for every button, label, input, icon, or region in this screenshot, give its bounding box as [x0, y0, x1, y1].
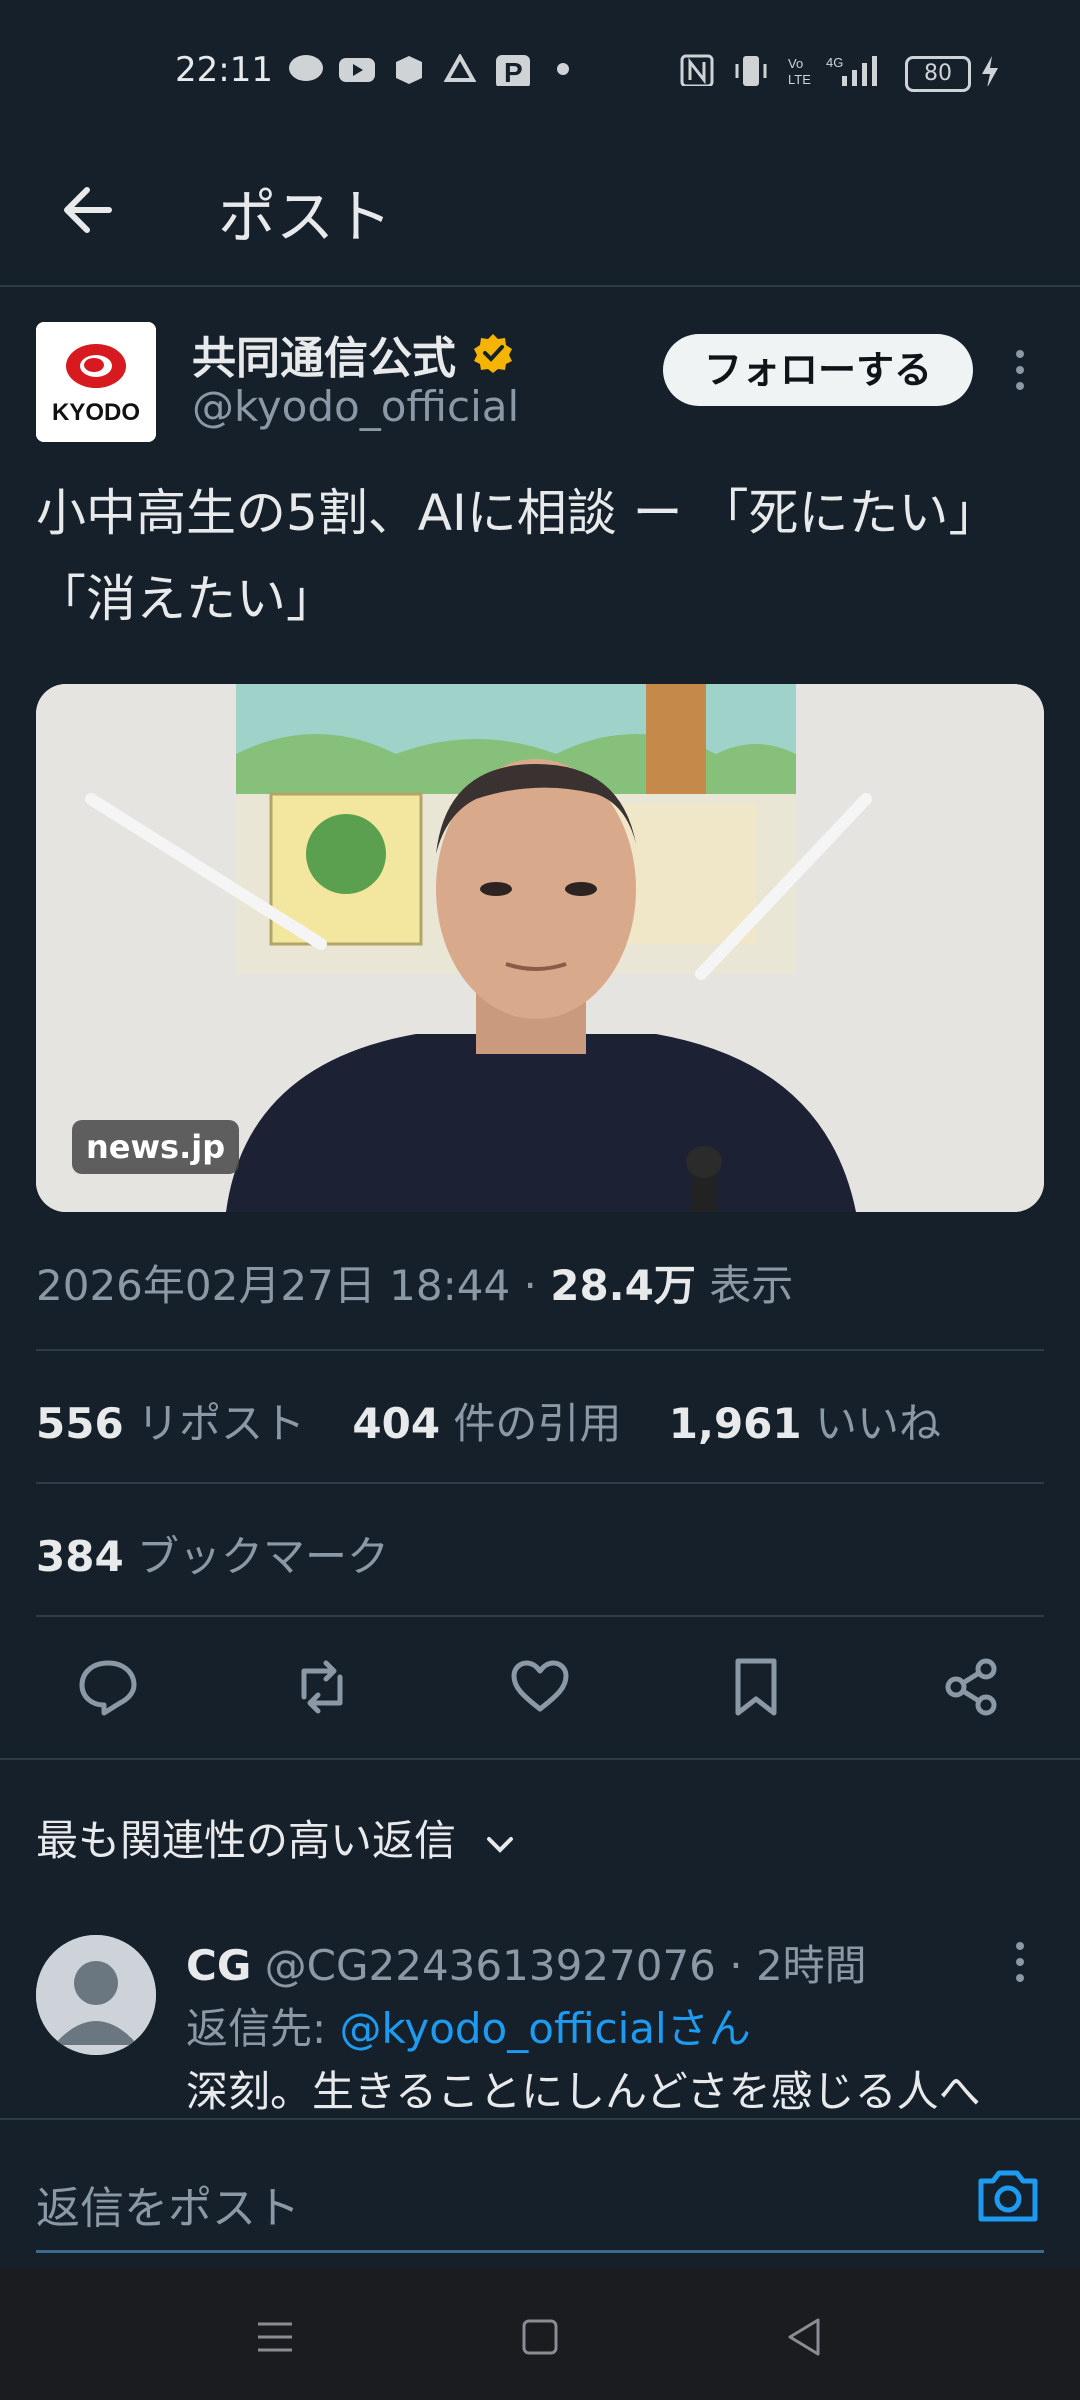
top-app-bar: ポスト [0, 140, 1080, 287]
post-text-line: 「消えたい」 [36, 570, 336, 628]
reply-header[interactable]: CG @CG2243613927076 · 2時間 [186, 1932, 867, 1993]
reply-to-link[interactable]: @kyodo_officialさん [340, 2004, 751, 2053]
repost-icon[interactable] [290, 1655, 354, 1719]
app-notification-icon [396, 56, 422, 84]
signal-4g-icon: 4G [826, 55, 877, 86]
kyodo-logo: KYODO [36, 322, 156, 442]
reply-to-line: 返信先: @kyodo_officialさん [186, 1995, 751, 2056]
reply-icon[interactable] [76, 1655, 140, 1719]
post-datetime: 2026年02月27日 18:44 · [36, 1261, 551, 1310]
divider [36, 1615, 1044, 1617]
status-time: 22:11 [175, 50, 273, 90]
follow-button[interactable]: フォローする [663, 334, 973, 406]
paypay-icon: P [496, 55, 530, 86]
reply-composer: 返信をポスト [0, 2118, 1080, 2270]
reply-text: 深刻。生きることにしんどさを感じる人へ [186, 2067, 981, 2116]
bookmarks-stat[interactable]: 384 ブックマーク [36, 1523, 389, 1584]
back-nav-icon[interactable] [780, 2312, 830, 2362]
line-app-icon [289, 55, 323, 81]
author-name[interactable]: 共同通信公式 [192, 322, 456, 386]
replies-sort-label: 最も関連性の高い返信 [36, 1816, 457, 1865]
verified-badge-icon [474, 334, 512, 373]
post-image[interactable]: news.jp [36, 684, 1044, 1212]
recent-apps-icon[interactable] [250, 2312, 300, 2362]
divider [36, 1349, 1044, 1351]
divider [0, 1758, 1080, 1760]
post-text: 小中高生の5割、AIに相談 ー 「死にたい」 「消えたい」 [36, 470, 1046, 642]
bookmark-icon[interactable] [724, 1655, 788, 1719]
kyodo-logo-text: KYODO [52, 399, 140, 426]
battery-level: 80 [924, 61, 952, 86]
share-icon[interactable] [940, 1655, 1004, 1719]
reply-handle-time: @CG2243613927076 · 2時間 [251, 1941, 867, 1990]
youtube-icon [339, 58, 375, 82]
quotes-stat[interactable]: 404 件の引用 [352, 1399, 621, 1448]
more-notifications-icon [557, 63, 569, 75]
views-count: 28.4万 [550, 1261, 696, 1310]
reposts-stat[interactable]: 556 リポスト [36, 1399, 305, 1448]
page-title: ポスト [218, 183, 393, 251]
reply-input[interactable]: 返信をポスト [36, 2172, 300, 2236]
reply-author-name: CG [186, 1941, 252, 1990]
svg-text:LTE: LTE [788, 72, 811, 86]
back-arrow-icon[interactable] [55, 180, 115, 240]
svg-text:4G: 4G [826, 55, 843, 70]
post-text-line: 小中高生の5割、AIに相談 ー 「死にたい」 [36, 484, 999, 542]
status-bar: 22:11 P Vo LTE 4G 80 [0, 0, 1080, 140]
chevron-down-icon [487, 1836, 514, 1853]
recycle-app-icon [443, 54, 477, 82]
svg-text:Vo: Vo [788, 56, 803, 71]
more-options-icon[interactable] [1005, 348, 1035, 392]
default-avatar-icon [36, 1935, 156, 2055]
vibrate-icon [735, 56, 767, 86]
system-nav-bar [0, 2268, 1080, 2400]
reply-avatar[interactable] [36, 1935, 156, 2055]
charging-icon [982, 56, 998, 86]
reply-to-prefix: 返信先: [186, 2004, 340, 2053]
composer-underline [36, 2250, 1044, 2253]
divider [36, 1482, 1044, 1484]
reply-more-icon[interactable] [1005, 1940, 1035, 1984]
likes-stat[interactable]: 1,961 いいね [669, 1399, 941, 1448]
views-label[interactable]: 表示 [696, 1261, 793, 1310]
camera-icon[interactable] [975, 2165, 1041, 2225]
svg-text:P: P [504, 57, 523, 86]
kyodo-avatar[interactable]: KYODO [36, 322, 156, 442]
media-source-badge: news.jp [72, 1120, 240, 1174]
replies-sort-dropdown[interactable]: 最も関連性の高い返信 [36, 1807, 517, 1868]
volte-icon: VoLTE [788, 56, 811, 86]
home-icon[interactable] [515, 2312, 565, 2362]
battery-icon: 80 [905, 56, 971, 92]
nfc-icon [680, 54, 714, 86]
author-handle[interactable]: @kyodo_official [192, 382, 519, 431]
like-heart-icon[interactable] [508, 1655, 572, 1719]
engagement-stats: 556 リポスト 404 件の引用 1,961 いいね [36, 1390, 941, 1451]
post-meta: 2026年02月27日 18:44 · 28.4万 表示 [36, 1252, 793, 1313]
